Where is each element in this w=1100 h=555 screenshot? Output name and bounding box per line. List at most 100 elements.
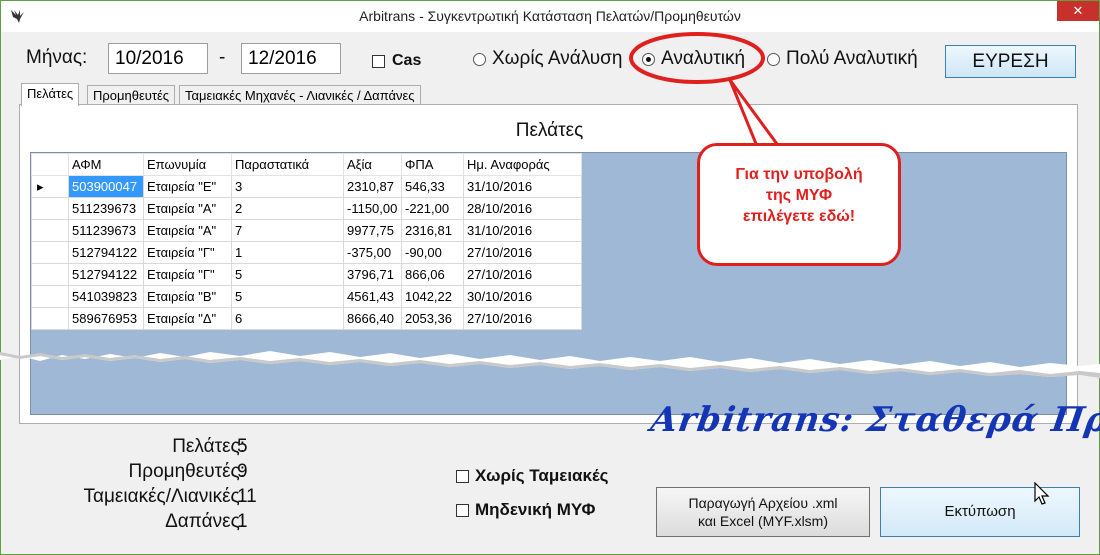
tab-customers[interactable]: Πελάτες [21, 83, 80, 106]
close-button[interactable]: ✕ [1057, 1, 1099, 21]
table-cell[interactable]: -1150,00 [343, 197, 402, 220]
table-row[interactable]: 511239673 Εταιρεία "Α" 2 -1150,00 -221,00 28/… [31, 197, 582, 220]
table-cell[interactable]: 27/10/2016 [463, 241, 582, 264]
from-month-input[interactable] [108, 43, 208, 74]
table-cell[interactable]: 589676953 [68, 307, 144, 330]
search-button[interactable]: ΕΥΡΕΣΗ [945, 45, 1076, 78]
table-cell[interactable]: 6 [231, 307, 344, 330]
table-cell[interactable]: 31/10/2016 [463, 219, 582, 242]
table-row[interactable]: ▸ 503900047 Εταιρεία "Ε" 3 2310,87 546,33 31/1… [31, 175, 582, 198]
table-cell[interactable]: 5 [231, 285, 344, 308]
table-cell[interactable]: 7 [231, 219, 344, 242]
table-cell[interactable]: Εταιρεία "Γ" [143, 241, 232, 264]
stat-registers-value: 11 [237, 486, 257, 507]
export-button-line1: Παραγωγή Αρχείου .xml [688, 495, 838, 511]
table-cell[interactable]: 503900047 [68, 175, 144, 198]
column-header-documents[interactable]: Παραστατικά [231, 153, 344, 176]
row-header-corner [31, 153, 69, 176]
window-title: Arbitrans - Συγκεντρωτική Κατάσταση Πελα… [359, 8, 741, 24]
tab-suppliers[interactable]: Προμηθευτές [87, 85, 176, 105]
table-row[interactable]: 512794122 Εταιρεία "Γ" 1 -375,00 -90,00 27/10… [31, 241, 582, 264]
table-cell[interactable]: 546,33 [401, 175, 464, 198]
panel-title: Πελάτες [515, 120, 584, 141]
table-cell[interactable]: 3796,71 [343, 263, 402, 286]
table-cell[interactable]: Εταιρεία "Α" [143, 219, 232, 242]
slogan: Arbitrans: Σταθερά Πρωτοπόροι! [648, 400, 1100, 440]
row-header[interactable] [31, 219, 69, 242]
table-cell[interactable]: Εταιρεία "Α" [143, 197, 232, 220]
table-cell[interactable]: 2310,87 [343, 175, 402, 198]
table-cell[interactable]: 512794122 [68, 241, 144, 264]
stat-expenses-label: Δαπάνες: [165, 511, 245, 532]
export-xml-excel-button[interactable]: Παραγωγή Αρχείου .xml και Excel (MYF.xls… [656, 487, 870, 537]
column-header-date[interactable]: Ημ. Αναφοράς [463, 153, 582, 176]
table-cell[interactable]: Εταιρεία "Ε" [143, 175, 232, 198]
radio-no-analysis-label: Χωρίς Ανάλυση [492, 48, 623, 69]
table-cell[interactable]: 8666,40 [343, 307, 402, 330]
radio-very-detailed[interactable] [767, 53, 780, 66]
table-body: ▸ 503900047 Εταιρεία "Ε" 3 2310,87 546,33 31/1… [31, 175, 582, 330]
table-cell[interactable]: 511239673 [68, 219, 144, 242]
client-area: Μήνας: - Cas Χωρίς Ανάλυση Αναλυτική Πολ… [1, 32, 1099, 554]
table-cell[interactable]: 30/10/2016 [463, 285, 582, 308]
month-label: Μήνας: [26, 47, 88, 68]
column-header-name[interactable]: Επωνυμία [143, 153, 232, 176]
zero-myf-checkbox[interactable] [456, 504, 469, 517]
no-registers-checkbox[interactable] [456, 470, 469, 483]
table-row[interactable]: 589676953 Εταιρεία "Δ" 6 8666,40 2053,36 27/1… [31, 307, 582, 330]
to-month-input[interactable] [241, 43, 341, 74]
table-cell[interactable]: 512794122 [68, 263, 144, 286]
table-cell[interactable]: 4561,43 [343, 285, 402, 308]
tab-registers-expenses[interactable]: Ταμειακές Μηχανές - Λιανικές / Δαπάνες [179, 85, 421, 105]
callout-line2: της ΜΥΦ [765, 187, 833, 204]
column-header-vat[interactable]: ΦΠΑ [401, 153, 464, 176]
table-cell[interactable]: 27/10/2016 [463, 263, 582, 286]
table-cell[interactable]: -90,00 [401, 241, 464, 264]
table-cell[interactable]: 31/10/2016 [463, 175, 582, 198]
table-header-row: ΑΦΜ Επωνυμία Παραστατικά Αξία ΦΠΑ Ημ. Αν… [31, 153, 582, 176]
mouse-cursor-icon [1034, 482, 1050, 505]
table-row[interactable]: 541039823 Εταιρεία "Β" 5 4561,43 1042,22 30/1… [31, 285, 582, 308]
table-cell[interactable]: 9977,75 [343, 219, 402, 242]
radio-no-analysis[interactable] [473, 53, 486, 66]
table-cell[interactable]: 511239673 [68, 197, 144, 220]
callout-bubble: Για την υποβολή της ΜΥΦ επιλέγετε εδώ! [697, 143, 901, 266]
table-cell[interactable]: Εταιρεία "Γ" [143, 263, 232, 286]
column-header-afm[interactable]: ΑΦΜ [68, 153, 144, 176]
table-cell[interactable]: 2053,36 [401, 307, 464, 330]
row-header[interactable] [31, 285, 69, 308]
table-cell[interactable]: 1 [231, 241, 344, 264]
radio-detailed-label: Αναλυτική [661, 48, 746, 69]
table-cell[interactable]: 3 [231, 175, 344, 198]
table-cell[interactable]: 28/10/2016 [463, 197, 582, 220]
row-header[interactable] [31, 307, 69, 330]
customers-table: ΑΦΜ Επωνυμία Παραστατικά Αξία ΦΠΑ Ημ. Αν… [31, 153, 582, 330]
table-cell[interactable]: Εταιρεία "Δ" [143, 307, 232, 330]
cas-checkbox[interactable] [372, 55, 385, 68]
row-header[interactable]: ▸ [31, 175, 69, 198]
zero-myf-label: Μηδενική ΜΥΦ [475, 500, 596, 519]
table-cell[interactable]: 2 [231, 197, 344, 220]
table-row[interactable]: 511239673 Εταιρεία "Α" 7 9977,75 2316,81 31/1… [31, 219, 582, 242]
radio-detailed[interactable] [642, 53, 655, 66]
title-bar[interactable]: Arbitrans - Συγκεντρωτική Κατάσταση Πελα… [1, 1, 1099, 32]
column-header-value[interactable]: Αξία [343, 153, 402, 176]
torn-paper-overlay [0, 351, 1100, 378]
month-separator: - [219, 47, 226, 68]
callout-line1: Για την υποβολή [735, 166, 863, 183]
table-cell[interactable]: 2316,81 [401, 219, 464, 242]
table-cell[interactable]: Εταιρεία "Β" [143, 285, 232, 308]
table-cell[interactable]: 541039823 [68, 285, 144, 308]
callout-text: Για την υποβολή της ΜΥΦ επιλέγετε εδώ! [700, 164, 898, 227]
table-cell[interactable]: 866,06 [401, 263, 464, 286]
stat-customers-label: Πελάτες: [172, 436, 245, 457]
table-cell[interactable]: 27/10/2016 [463, 307, 582, 330]
table-cell[interactable]: 1042,22 [401, 285, 464, 308]
table-cell[interactable]: -375,00 [343, 241, 402, 264]
table-row[interactable]: 512794122 Εταιρεία "Γ" 5 3796,71 866,06 27/10… [31, 263, 582, 286]
row-header[interactable] [31, 263, 69, 286]
row-header[interactable] [31, 197, 69, 220]
row-header[interactable] [31, 241, 69, 264]
table-cell[interactable]: 5 [231, 263, 344, 286]
table-cell[interactable]: -221,00 [401, 197, 464, 220]
